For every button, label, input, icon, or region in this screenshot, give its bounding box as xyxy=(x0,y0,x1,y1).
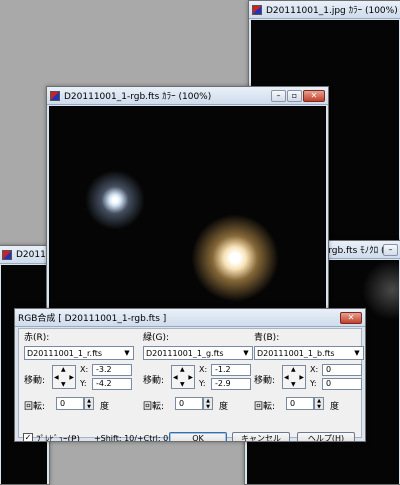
green-x-input[interactable]: -1.2 xyxy=(211,364,251,376)
preview-label[interactable]: ﾌﾟﾚﾋﾞｭｰ(P) xyxy=(36,432,80,442)
blue-file-value: D20111001_1_b.fts xyxy=(257,348,335,358)
channel-green-label: 緑(G): xyxy=(143,333,170,343)
red-rotate-input[interactable]: 0 xyxy=(56,397,84,410)
minimize-icon[interactable]: – xyxy=(383,243,398,256)
blue-move-pad[interactable]: ▲ ▼ ◀ ▶ xyxy=(282,365,306,389)
red-file-select[interactable]: D20111001_1_r.fts ▼ xyxy=(24,346,134,360)
red-y-label: Y: xyxy=(80,379,87,388)
chevron-down-icon[interactable]: ▼ xyxy=(121,347,133,359)
channel-blue-label: 青(B): xyxy=(254,333,280,343)
arrow-down-icon[interactable]: ▼ xyxy=(61,381,66,388)
blue-degree-label: 度 xyxy=(330,402,340,412)
chevron-down-icon[interactable]: ▼ xyxy=(351,347,363,359)
red-x-input[interactable]: -3.2 xyxy=(92,364,132,376)
blue-y-label: Y: xyxy=(310,379,317,388)
dialog-body: 赤(R): D20111001_1_r.fts ▼ 移動: ▲ ▼ ◀ ▶ X:… xyxy=(18,328,364,441)
cancel-button[interactable]: キャンセル xyxy=(232,432,290,441)
dialog-titlebar[interactable]: RGB合成 [ D20111001_1-rgb.fts ] ✕ xyxy=(15,309,365,327)
bg-window-jpg-titlebar[interactable]: D20111001_1.jpg ｶﾗｰ (100%) xyxy=(249,1,400,19)
red-rotate-label: 回転: xyxy=(24,402,46,412)
arrow-right-icon[interactable]: ▶ xyxy=(188,374,193,381)
green-move-label: 移動: xyxy=(143,376,165,386)
blue-rotate-row: 回転: 0 ▲ ▼ 度 xyxy=(254,396,364,412)
green-rotate-spinner[interactable]: ▲ ▼ xyxy=(203,397,213,410)
bg-window-left-titlebar[interactable]: D20111001_1... xyxy=(0,246,49,264)
channel-red-label: 赤(R): xyxy=(24,333,50,343)
red-degree-label: 度 xyxy=(100,402,110,412)
rgb-compose-dialog[interactable]: RGB合成 [ D20111001_1-rgb.fts ] ✕ 赤(R): D2… xyxy=(14,308,366,442)
modifier-hint: +Shift: 10/+Ctrl: 0.1 xyxy=(93,433,176,442)
star-glow xyxy=(362,260,400,320)
red-y-input[interactable]: -4.2 xyxy=(92,378,132,390)
app-icon xyxy=(252,4,262,15)
star-blue xyxy=(85,170,145,230)
green-move-pad[interactable]: ▲ ▼ ◀ ▶ xyxy=(171,365,195,389)
main-image-canvas[interactable] xyxy=(49,106,326,325)
chevron-down-icon[interactable]: ▼ xyxy=(240,347,252,359)
arrow-left-icon[interactable]: ◀ xyxy=(284,374,289,381)
app-icon xyxy=(50,90,60,101)
ok-button[interactable]: OK xyxy=(169,432,227,441)
red-file-value: D20111001_1_r.fts xyxy=(27,348,103,358)
red-move-row: 移動: ▲ ▼ ◀ ▶ X: -3.2 Y: -4.2 xyxy=(24,364,134,392)
arrow-right-icon[interactable]: ▶ xyxy=(299,374,304,381)
red-rotate-row: 回転: 0 ▲ ▼ 度 xyxy=(24,396,134,412)
arrow-up-icon[interactable]: ▲ xyxy=(291,366,296,373)
arrow-up-icon[interactable]: ▲ xyxy=(61,366,66,373)
arrow-up-icon[interactable]: ▲ xyxy=(180,366,185,373)
green-y-label: Y: xyxy=(199,379,206,388)
arrow-left-icon[interactable]: ◀ xyxy=(54,374,59,381)
app-icon xyxy=(2,249,12,260)
blue-x-label: X: xyxy=(310,365,319,374)
blue-move-label: 移動: xyxy=(254,376,276,386)
green-rotate-input[interactable]: 0 xyxy=(175,397,203,410)
main-window-titlebar[interactable]: D20111001_1-rgb.fts ｶﾗｰ (100%) – ▫ ✕ xyxy=(47,87,328,105)
green-degree-label: 度 xyxy=(219,402,229,412)
blue-y-input[interactable]: 0 xyxy=(322,378,362,390)
minimize-icon[interactable]: – xyxy=(271,89,286,102)
star-warm xyxy=(191,214,279,302)
red-rotate-spinner[interactable]: ▲ ▼ xyxy=(84,397,94,410)
blue-x-input[interactable]: 0 xyxy=(322,364,362,376)
blue-file-select[interactable]: D20111001_1_b.fts ▼ xyxy=(254,346,364,360)
main-image-window[interactable]: D20111001_1-rgb.fts ｶﾗｰ (100%) – ▫ ✕ xyxy=(46,86,329,326)
red-move-label: 移動: xyxy=(24,376,46,386)
preview-checkbox[interactable]: ✓ xyxy=(23,433,33,441)
green-file-select[interactable]: D20111001_1_g.fts ▼ xyxy=(143,346,253,360)
green-y-input[interactable]: -2.9 xyxy=(211,378,251,390)
blue-move-row: 移動: ▲ ▼ ◀ ▶ X: 0 Y: 0 xyxy=(254,364,364,392)
bg-window-left-title: D20111001_1... xyxy=(16,249,46,260)
bg-window-jpg-title: D20111001_1.jpg ｶﾗｰ (100%) xyxy=(266,6,398,16)
maximize-icon[interactable]: ▫ xyxy=(287,89,302,102)
arrow-left-icon[interactable]: ◀ xyxy=(173,374,178,381)
red-move-pad[interactable]: ▲ ▼ ◀ ▶ xyxy=(52,365,76,389)
blue-rotate-spinner[interactable]: ▲ ▼ xyxy=(314,397,324,410)
dialog-title: RGB合成 [ D20111001_1-rgb.fts ] xyxy=(18,314,167,324)
blue-rotate-input[interactable]: 0 xyxy=(286,397,314,410)
close-icon[interactable]: ✕ xyxy=(303,89,325,102)
arrow-down-icon[interactable]: ▼ xyxy=(291,381,296,388)
channel-red: 赤(R): D20111001_1_r.fts ▼ 移動: ▲ ▼ ◀ ▶ X:… xyxy=(24,332,134,412)
green-rotate-label: 回転: xyxy=(143,402,165,412)
channel-green: 緑(G): D20111001_1_g.fts ▼ 移動: ▲ ▼ ◀ ▶ X:… xyxy=(143,332,253,412)
close-icon[interactable]: ✕ xyxy=(340,311,362,324)
green-rotate-row: 回転: 0 ▲ ▼ 度 xyxy=(143,396,253,412)
green-x-label: X: xyxy=(199,365,208,374)
green-move-row: 移動: ▲ ▼ ◀ ▶ X: -1.2 Y: -2.9 xyxy=(143,364,253,392)
channel-blue: 青(B): D20111001_1_b.fts ▼ 移動: ▲ ▼ ◀ ▶ X:… xyxy=(254,332,364,412)
help-button[interactable]: ヘルプ(H) xyxy=(297,432,355,441)
green-file-value: D20111001_1_g.fts xyxy=(146,348,224,358)
blue-rotate-label: 回転: xyxy=(254,402,276,412)
main-window-title: D20111001_1-rgb.fts ｶﾗｰ (100%) xyxy=(64,92,212,102)
arrow-right-icon[interactable]: ▶ xyxy=(69,374,74,381)
red-x-label: X: xyxy=(80,365,89,374)
arrow-down-icon[interactable]: ▼ xyxy=(180,381,185,388)
